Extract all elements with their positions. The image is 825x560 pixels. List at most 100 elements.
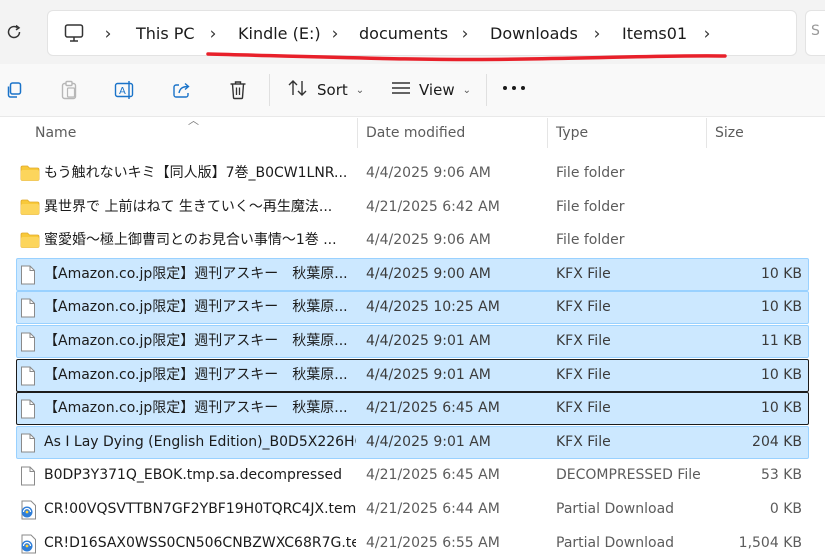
file-date-modified: 4/4/2025 9:01 AM (366, 433, 491, 450)
file-row[interactable]: 【Amazon.co.jp限定】週刊アスキー 秋葉原... 4/4/2025 9:… (16, 257, 809, 291)
file-date-modified: 4/21/2025 6:44 AM (366, 501, 500, 517)
sort-icon (287, 79, 309, 101)
file-row[interactable]: B0DP3Y371Q_EBOK.tmp.sa.decompressed 4/21/… (16, 459, 809, 492)
breadcrumb-this-pc[interactable]: This PC (136, 22, 195, 46)
view-button[interactable]: View ⌄ (391, 76, 471, 104)
file-icon (20, 433, 40, 453)
column-divider[interactable] (547, 118, 548, 148)
file-date-modified: 4/21/2025 6:45 AM (366, 467, 500, 484)
file-row[interactable]: 異世界で 上前はねて 生きていく～再生魔法... 4/21/2025 6:42 A… (16, 191, 809, 224)
file-row[interactable]: As I Lay Dying (English Edition)_B0D5X22… (16, 425, 809, 459)
this-pc-icon[interactable] (63, 22, 85, 44)
file-icon (20, 366, 40, 386)
file-date-modified: 4/21/2025 6:45 AM (366, 400, 500, 417)
address-row: › This PC › Kindle (E:) › documents › Do… (0, 0, 825, 64)
file-row[interactable]: CR!00VQSVTTBN7GF2YBF19H0TQRC4JX.temp_...… (16, 493, 809, 526)
folder-icon (20, 231, 40, 251)
file-row[interactable]: 蜜愛婚～極上御曹司とのお見合い事情～1巻 ... 4/4/2025 9:06 AM… (16, 224, 809, 257)
toolbar-divider (486, 74, 487, 106)
file-size: 1,504 KB (738, 534, 802, 551)
file-size: 10 KB (760, 366, 802, 383)
folder-icon (20, 164, 40, 184)
file-type: File folder (556, 198, 625, 215)
sort-label: Sort (317, 81, 348, 99)
column-divider[interactable] (706, 118, 707, 148)
column-divider[interactable] (357, 118, 358, 148)
toolbar-divider (269, 74, 270, 106)
file-type: KFX File (556, 366, 611, 383)
file-name[interactable]: 【Amazon.co.jp限定】週刊アスキー 秋葉原... (44, 326, 356, 357)
file-type: Partial Download (556, 534, 675, 551)
file-date-modified: 4/4/2025 9:06 AM (366, 232, 491, 249)
file-name[interactable]: As I Lay Dying (English Edition)_B0D5X22… (44, 427, 356, 458)
file-icon (20, 466, 40, 486)
file-type: File folder (556, 165, 625, 181)
refresh-icon[interactable] (2, 20, 26, 44)
partial-download-icon (20, 500, 40, 520)
file-type: KFX File (556, 265, 611, 282)
file-name[interactable]: CR!D16SAX0WSS0CN506CNBZWXC68R7G.tem... (44, 528, 356, 559)
share-icon[interactable] (170, 78, 194, 102)
file-name[interactable]: B0DP3Y371Q_EBOK.tmp.sa.decompressed (44, 460, 356, 491)
file-type: KFX File (556, 333, 611, 349)
file-date-modified: 4/4/2025 9:01 AM (366, 333, 491, 349)
file-size: 10 KB (760, 299, 802, 316)
red-annotation-underline (206, 52, 727, 62)
file-name[interactable]: 蜜愛婚～極上御曹司とのお見合い事情～1巻 ... (44, 225, 356, 256)
file-size (702, 158, 802, 189)
file-row[interactable]: もう触れないキミ【同人版】7巻_B0CW1LNR... 4/4/2025 9:06… (16, 157, 809, 190)
file-date-modified: 4/4/2025 9:01 AM (366, 366, 491, 383)
chevron-down-icon: ⌄ (462, 84, 471, 96)
file-type: File folder (556, 232, 625, 249)
rename-icon[interactable]: A (113, 78, 137, 102)
file-row[interactable]: 【Amazon.co.jp限定】週刊アスキー 秋葉原... 4/4/2025 9:… (16, 325, 809, 358)
partial-download-icon (20, 534, 40, 554)
delete-icon[interactable] (226, 78, 250, 102)
search-box[interactable]: S (805, 10, 825, 56)
chevron-right-icon[interactable]: › (101, 22, 115, 46)
sort-ascending-icon: ︿ (188, 114, 199, 127)
file-name[interactable]: 異世界で 上前はねて 生きていく～再生魔法... (44, 192, 356, 223)
file-name[interactable]: 【Amazon.co.jp限定】週刊アスキー 秋葉原... (44, 393, 356, 424)
file-size: 53 KB (760, 467, 802, 484)
file-name[interactable]: CR!00VQSVTTBN7GF2YBF19H0TQRC4JX.temp_... (44, 494, 356, 525)
file-size: 0 KB (769, 501, 802, 517)
column-header-name[interactable]: Name (35, 118, 76, 148)
file-date-modified: 4/4/2025 10:25 AM (366, 299, 500, 316)
file-icon (20, 332, 40, 352)
file-type: KFX File (556, 400, 611, 417)
command-bar: A Sort ⌄ View ⌄ (0, 64, 825, 117)
file-row[interactable]: CR!D16SAX0WSS0CN506CNBZWXC68R7G.tem... 4/… (16, 527, 809, 560)
folder-icon (20, 198, 40, 218)
copy-icon[interactable] (2, 78, 26, 102)
file-type: Partial Download (556, 501, 675, 517)
file-type: DECOMPRESSED File (556, 467, 701, 484)
more-options-icon[interactable] (503, 86, 525, 92)
file-icon (20, 265, 40, 285)
search-placeholder: S (811, 23, 820, 39)
column-header-type[interactable]: Type (556, 118, 588, 148)
sort-button[interactable]: Sort ⌄ (287, 76, 364, 104)
file-row[interactable]: 【Amazon.co.jp限定】週刊アスキー 秋葉原... 4/4/2025 9:… (16, 358, 809, 392)
file-size: 10 KB (760, 400, 802, 417)
view-label: View (419, 81, 455, 99)
column-header-size[interactable]: Size (715, 118, 744, 148)
file-row[interactable]: 【Amazon.co.jp限定】週刊アスキー 秋葉原... 4/4/2025 10… (16, 291, 809, 325)
file-date-modified: 4/4/2025 9:06 AM (366, 165, 491, 181)
file-size (702, 225, 802, 256)
file-icon (20, 399, 40, 419)
column-header-date-modified[interactable]: Date modified (366, 118, 465, 148)
file-date-modified: 4/4/2025 9:00 AM (366, 265, 491, 282)
file-name[interactable]: 【Amazon.co.jp限定】週刊アスキー 秋葉原... (44, 292, 356, 323)
svg-text:A: A (119, 86, 126, 97)
file-size: 10 KB (760, 265, 802, 282)
file-icon (20, 298, 40, 318)
file-name[interactable]: 【Amazon.co.jp限定】週刊アスキー 秋葉原... (44, 259, 356, 290)
file-row[interactable]: 【Amazon.co.jp限定】週刊アスキー 秋葉原... 4/21/2025 6… (16, 392, 809, 426)
chevron-down-icon: ⌄ (355, 84, 365, 96)
file-name[interactable]: もう触れないキミ【同人版】7巻_B0CW1LNR... (44, 158, 356, 189)
file-date-modified: 4/21/2025 6:42 AM (366, 198, 500, 215)
view-icon (391, 80, 411, 100)
file-name[interactable]: 【Amazon.co.jp限定】週刊アスキー 秋葉原... (44, 360, 356, 391)
paste-icon[interactable] (57, 78, 81, 102)
